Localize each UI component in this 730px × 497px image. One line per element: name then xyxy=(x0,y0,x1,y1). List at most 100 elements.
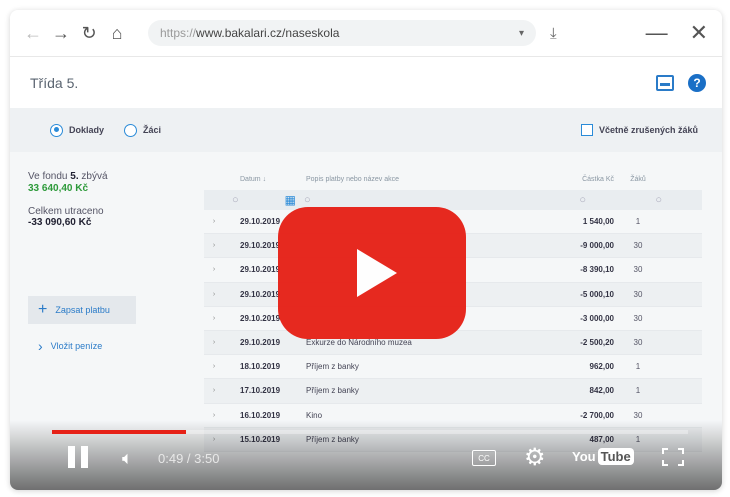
header-date-label: Datum xyxy=(240,175,261,183)
back-icon[interactable]: ← xyxy=(24,23,42,44)
browser-bar: ← → ↻ ⌂ https:// www.bakalari.cz/nasesko… xyxy=(10,10,722,56)
close-icon[interactable]: ✕ xyxy=(690,20,708,46)
spent-label: Celkem utraceno xyxy=(28,206,104,217)
plus-icon: + xyxy=(38,301,48,318)
radio-selected-icon[interactable] xyxy=(50,123,63,137)
forward-icon[interactable]: → xyxy=(52,23,70,44)
fund-amount: 33 640,40 Kč xyxy=(28,183,89,194)
reload-icon[interactable]: ↻ xyxy=(80,23,98,44)
sort-arrow-icon: ↓ xyxy=(262,175,267,183)
progress-fill xyxy=(52,430,186,434)
fund-suffix: zbývá xyxy=(81,171,108,182)
row-amount: -3 000,00 xyxy=(580,313,614,323)
row-students: 30 xyxy=(633,313,643,323)
row-amount: -2 500,20 xyxy=(580,338,614,348)
pause-icon[interactable] xyxy=(68,446,88,468)
captions-button[interactable]: CC xyxy=(472,450,496,466)
table-row[interactable]: › 29.10.2019 Exkurze do Národního muzea -2 … xyxy=(204,330,702,356)
app-header: Třída 5. ? xyxy=(10,56,722,108)
fullscreen-icon[interactable] xyxy=(662,448,684,466)
chevron-down-icon[interactable]: ▾ xyxy=(519,28,524,39)
url-protocol: https:// xyxy=(160,26,197,40)
download-icon[interactable]: ⤓ xyxy=(550,25,557,42)
expand-arrow-icon: › xyxy=(212,266,216,274)
row-amount: 1 540,00 xyxy=(582,217,614,227)
youtube-logo-tube: Tube xyxy=(597,448,634,465)
row-description: Exkurze do Národního muzea xyxy=(306,338,412,348)
minimize-icon[interactable]: — xyxy=(646,20,668,46)
expand-arrow-icon: › xyxy=(212,387,216,395)
row-amount: -5 000,10 xyxy=(580,289,614,299)
radio-payments[interactable]: Doklady xyxy=(50,123,105,137)
spent-amount: -33 090,60 Kč xyxy=(28,217,92,228)
row-students: 30 xyxy=(633,338,643,348)
header-description[interactable]: Popis platby nebo název akce xyxy=(296,176,526,183)
expand-arrow-icon: › xyxy=(212,411,216,419)
home-icon[interactable]: ⌂ xyxy=(108,23,126,44)
search-icon[interactable]: ○ xyxy=(296,194,526,206)
expand-arrow-icon: › xyxy=(212,339,216,347)
radio-payments-label: Doklady xyxy=(69,125,105,135)
volume-icon[interactable]: 🔈︎ xyxy=(122,448,133,469)
browser-nav: ← → ↻ ⌂ xyxy=(24,23,126,44)
row-description: Příjem z banky xyxy=(306,362,359,372)
filter-row: ○ ▦ ○ ○ ○ xyxy=(204,190,702,210)
table-header: Datum ↓ Popis platby nebo název akce Čás… xyxy=(204,168,702,190)
row-amount: -2 700,00 xyxy=(580,410,614,420)
window-controls: — ✕ xyxy=(646,20,708,46)
row-amount: -8 390,10 xyxy=(580,265,614,275)
chevron-right-icon: › xyxy=(38,338,43,354)
deposit-label: Vložit peníze xyxy=(50,341,103,351)
row-description: Kino xyxy=(306,410,323,420)
play-button[interactable] xyxy=(278,207,466,339)
radio-students-label: Žáci xyxy=(143,125,162,135)
printer-icon[interactable] xyxy=(656,74,674,91)
page-title: Třída 5. xyxy=(30,74,79,91)
table-row[interactable]: › 18.10.2019 Příjem z banky 962,00 1 xyxy=(204,355,702,380)
header-amount[interactable]: Částka Kč xyxy=(526,176,614,183)
expand-arrow-icon: › xyxy=(212,290,216,298)
row-amount: 962,00 xyxy=(589,362,614,372)
url-text: www.bakalari.cz/naseskola xyxy=(196,26,340,40)
checkbox-icon[interactable] xyxy=(580,124,593,136)
radio-students[interactable]: Žáci xyxy=(124,123,162,137)
row-students: 30 xyxy=(633,410,643,420)
row-description: Příjem z banky xyxy=(306,386,359,396)
header-icons: ? xyxy=(656,73,706,92)
checkbox-label: Včetně zrušených žáků xyxy=(598,125,698,135)
include-cancelled-checkbox[interactable]: Včetně zrušených žáků xyxy=(580,124,698,136)
record-payment-button[interactable]: + Zapsat platbu xyxy=(28,296,136,324)
row-date: 17.10.2019 xyxy=(240,386,281,396)
header-date[interactable]: Datum ↓ xyxy=(204,176,296,183)
radio-unselected-icon[interactable] xyxy=(124,123,138,137)
video-frame[interactable]: ← → ↻ ⌂ https:// www.bakalari.cz/nasesko… xyxy=(10,10,722,490)
row-students: 30 xyxy=(633,241,643,251)
row-amount: -9 000,00 xyxy=(580,241,614,251)
record-payment-label: Zapsat platbu xyxy=(55,305,110,315)
fund-label: Ve fondu 5. zbývá xyxy=(28,170,158,183)
row-date: 18.10.2019 xyxy=(240,362,281,372)
youtube-logo-you: You xyxy=(572,449,596,464)
calendar-icon[interactable]: ▦ xyxy=(244,193,296,207)
expand-arrow-icon: › xyxy=(212,218,216,226)
gear-icon[interactable]: ⚙ xyxy=(524,443,546,472)
row-date: 29.10.2019 xyxy=(240,338,281,348)
search-icon[interactable]: ○ xyxy=(526,194,586,206)
url-bar[interactable]: https:// www.bakalari.cz/naseskola ▾ xyxy=(148,20,536,46)
filter-bar: Doklady Žáci Včetně zrušených žáků xyxy=(10,108,722,152)
table-row[interactable]: › 17.10.2019 Příjem z banky 842,00 1 xyxy=(204,379,702,404)
play-icon xyxy=(357,249,397,297)
row-students: 1 xyxy=(635,386,641,396)
row-amount: 842,00 xyxy=(589,386,614,396)
expand-arrow-icon: › xyxy=(212,363,216,371)
fund-summary: Ve fondu 5. zbývá 33 640,40 Kč Celkem ut… xyxy=(28,170,158,228)
search-icon[interactable]: ○ xyxy=(586,194,662,206)
youtube-logo[interactable]: You Tube xyxy=(572,448,634,465)
deposit-button[interactable]: › Vložit peníze xyxy=(38,338,102,354)
help-icon[interactable]: ? xyxy=(688,73,706,92)
row-students: 1 xyxy=(635,362,641,372)
header-students[interactable]: Žáků xyxy=(614,176,662,183)
row-students: 30 xyxy=(633,265,643,275)
search-icon[interactable]: ○ xyxy=(204,194,244,206)
expand-arrow-icon: › xyxy=(212,242,216,250)
